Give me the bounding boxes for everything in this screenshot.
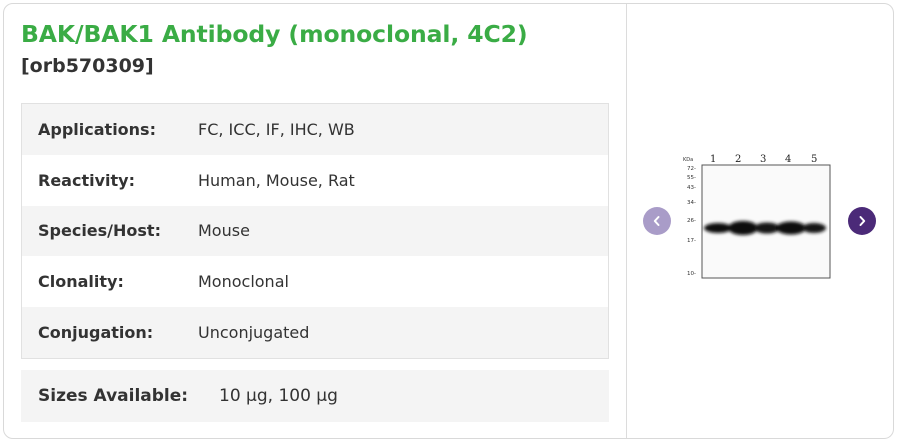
image-gallery: KDa 1 2 3 4 5 72- 55- 43- 34- 26- 17- 10… [627, 4, 893, 438]
chevron-left-icon [653, 216, 660, 226]
spec-label: Species/Host: [38, 221, 161, 241]
western-blot-image[interactable]: KDa 1 2 3 4 5 72- 55- 43- 34- 26- 17- 10… [681, 151, 833, 279]
spec-value: Mouse [198, 221, 250, 241]
blot-marker: 34- [687, 200, 696, 206]
blot-marker: 72- [687, 166, 696, 172]
sizes-available-row: Sizes Available: 10 µg, 100 µg [21, 370, 609, 422]
sizes-value: 10 µg, 100 µg [219, 386, 338, 406]
blot-membrane [701, 164, 831, 279]
blot-lane-label: 3 [760, 154, 766, 165]
spec-label: Conjugation: [38, 323, 154, 343]
blot-lane-label: 5 [811, 154, 817, 165]
blot-lane-label: 4 [785, 154, 791, 165]
spec-row-reactivity: Reactivity: Human, Mouse, Rat [22, 155, 608, 206]
blot-marker: 55- [687, 175, 696, 181]
spec-label: Clonality: [38, 272, 124, 292]
product-title: BAK/BAK1 Antibody (monoclonal, 4C2) [21, 20, 528, 48]
chevron-right-icon [859, 216, 866, 226]
product-sku: [orb570309] [21, 55, 154, 77]
blot-marker: 43- [687, 185, 696, 191]
sizes-label: Sizes Available: [38, 386, 189, 406]
spec-row-conjugation: Conjugation: Unconjugated [22, 307, 608, 358]
gallery-prev-button[interactable] [643, 207, 671, 235]
spec-value: Unconjugated [198, 323, 310, 343]
blot-marker: 17- [687, 238, 696, 244]
spec-label: Reactivity: [38, 170, 135, 190]
blot-lane-label: 1 [710, 154, 716, 165]
blot-marker: 10- [687, 271, 696, 277]
spec-label: Applications: [38, 119, 156, 139]
gallery-next-button[interactable] [848, 207, 876, 235]
spec-table: Applications: FC, ICC, IF, IHC, WB React… [21, 103, 609, 359]
spec-value: FC, ICC, IF, IHC, WB [198, 119, 355, 139]
spec-row-applications: Applications: FC, ICC, IF, IHC, WB [22, 104, 608, 155]
spec-value: Monoclonal [198, 272, 289, 292]
blot-lane-label: 2 [735, 154, 741, 165]
product-card: BAK/BAK1 Antibody (monoclonal, 4C2) [orb… [3, 3, 894, 439]
blot-marker: 26- [687, 218, 696, 224]
product-info-panel: BAK/BAK1 Antibody (monoclonal, 4C2) [orb… [4, 4, 626, 438]
spec-value: Human, Mouse, Rat [198, 170, 355, 190]
spec-row-species-host: Species/Host: Mouse [22, 205, 608, 257]
spec-row-clonality: Clonality: Monoclonal [22, 256, 608, 307]
blot-unit-label: KDa [683, 157, 693, 163]
